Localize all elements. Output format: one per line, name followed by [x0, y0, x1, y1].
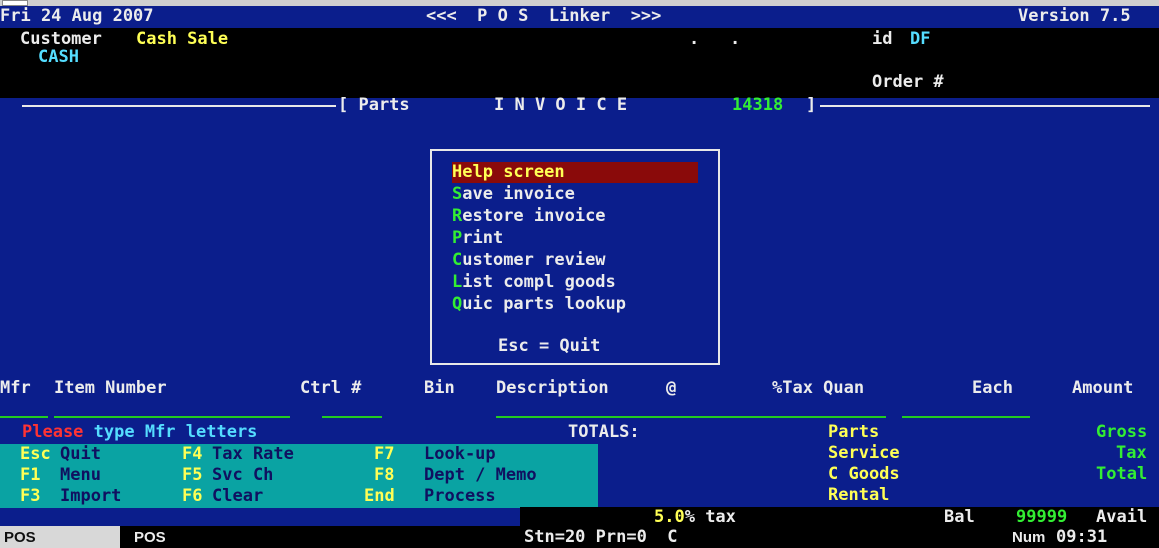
hotkey-letter: L: [452, 272, 463, 292]
col-each: Each: [972, 378, 1013, 398]
col-tax-quan: %Tax Quan: [772, 378, 865, 398]
menu-item-print[interactable]: Print: [452, 228, 503, 249]
date-text: Fri 24 Aug 2007: [0, 6, 154, 26]
menu-item-help-screen[interactable]: Help screen: [452, 162, 698, 183]
divider-left: [22, 105, 336, 107]
totals-total: Total: [1096, 464, 1148, 484]
key-f4-label: Tax Rate: [212, 444, 294, 464]
hotkey-letter: C: [452, 250, 463, 270]
key-f3-label: Import: [60, 486, 122, 506]
menu-item-label: ist compl goods: [462, 272, 616, 292]
hotkey-letter: S: [452, 184, 463, 204]
order-label: Order #: [872, 72, 944, 92]
description-input-underline[interactable]: [496, 416, 886, 418]
menu-item-list-compl-goods[interactable]: List compl goods: [452, 272, 616, 293]
totals-rental: Rental: [828, 485, 890, 505]
app-title: <<< P O S Linker >>>: [426, 6, 662, 26]
tax-rate-suffix: % tax: [684, 507, 736, 527]
menu-item-label: ave invoice: [462, 184, 575, 204]
key-f1[interactable]: F1: [20, 465, 40, 486]
col-item-number: Item Number: [54, 378, 167, 398]
version-text: Version 7.5: [1018, 6, 1131, 26]
id-value: DF: [910, 29, 931, 49]
menu-item-label: rint: [462, 228, 504, 248]
totals-service: Service: [828, 443, 900, 463]
key-f8-label: Dept / Memo: [424, 465, 537, 485]
status-tab-2[interactable]: POS: [120, 526, 240, 548]
invoice-number: 14318: [732, 95, 784, 115]
key-esc[interactable]: Esc: [20, 444, 51, 465]
key-f5[interactable]: F5: [182, 465, 202, 486]
customer-value[interactable]: Cash Sale: [136, 29, 228, 50]
col-mfr: Mfr: [0, 378, 31, 398]
station-info: Stn=20 Prn=0 C: [524, 527, 678, 547]
prompt-please: Please: [22, 422, 84, 442]
prompt-message: type Mfr letters: [83, 422, 258, 442]
key-f4[interactable]: F4: [182, 444, 202, 465]
num-lock-indicator: Num: [1012, 529, 1046, 546]
key-f5-label: Svc Ch: [212, 465, 274, 485]
status-tab-1[interactable]: POS: [0, 526, 120, 548]
key-f7[interactable]: F7: [374, 444, 394, 465]
tax-rate: 5.0% tax: [654, 507, 736, 528]
menu-item-label: elp screen: [462, 162, 565, 182]
function-key-panel: Esc Quit F1 Menu F3 Import F4 Tax Rate F…: [0, 444, 598, 508]
invoice-label: I N V O I C E: [494, 95, 628, 115]
key-end-label: Process: [424, 486, 496, 506]
hotkey-letter: Q: [452, 294, 463, 314]
each-input-underline[interactable]: [902, 416, 1030, 418]
totals-label: TOTALS:: [568, 422, 640, 442]
item-number-input-underline[interactable]: [54, 416, 290, 418]
menu-item-customer-review[interactable]: Customer review: [452, 250, 606, 271]
hotkey-letter: P: [452, 228, 463, 248]
parts-label: [ Parts: [338, 95, 410, 115]
key-f6-label: Clear: [212, 486, 264, 506]
close-bracket: ]: [806, 95, 817, 115]
menu-item-save-invoice[interactable]: Save invoice: [452, 184, 575, 205]
tax-rate-value: 5.0: [654, 507, 685, 527]
key-f6[interactable]: F6: [182, 486, 202, 507]
menu-item-quic-parts-lookup[interactable]: Quic parts lookup: [452, 294, 626, 315]
totals-c-goods: C Goods: [828, 464, 900, 484]
id-label: id: [872, 29, 893, 49]
menu-item-label: uic parts lookup: [462, 294, 627, 314]
bal-label: Bal: [944, 507, 975, 527]
menu-item-label: estore invoice: [462, 206, 606, 226]
totals-gross: Gross: [1096, 422, 1148, 442]
hotkey-letter: R: [452, 206, 463, 226]
menu-item-restore-invoice[interactable]: Restore invoice: [452, 206, 606, 227]
mfr-input-underline[interactable]: [0, 416, 48, 418]
key-f8[interactable]: F8: [374, 465, 394, 486]
col-bin: Bin: [424, 378, 455, 398]
col-amount: Amount: [1072, 378, 1134, 398]
clock-time: 09:31: [1056, 527, 1108, 547]
avail-value: 99999: [1016, 507, 1068, 527]
totals-parts: Parts: [828, 422, 880, 442]
status-tab-2-label: POS: [134, 529, 166, 546]
col-description: Description: [496, 378, 609, 398]
col-ctrl: Ctrl #: [300, 378, 362, 398]
key-f7-label: Look-up: [424, 444, 496, 464]
col-at: @: [666, 378, 677, 398]
hotkey-letter: H: [452, 162, 463, 182]
key-end[interactable]: End: [364, 486, 395, 507]
prompt-text: Please type Mfr letters: [22, 422, 257, 443]
key-esc-label: Quit: [60, 444, 101, 464]
key-f1-label: Menu: [60, 465, 101, 485]
avail-label: Avail: [1096, 507, 1148, 527]
popup-menu: Help screen Save invoice Restore invoice…: [430, 149, 720, 365]
customer-code: CASH: [38, 47, 79, 67]
menu-item-label: ustomer review: [462, 250, 606, 270]
status-tab-1-label: POS: [4, 529, 36, 546]
ctrl-input-underline[interactable]: [322, 416, 382, 418]
totals-tax: Tax: [1116, 443, 1147, 463]
header-dots: . .: [689, 29, 741, 49]
divider-right: [820, 105, 1150, 107]
key-f3[interactable]: F3: [20, 486, 40, 507]
menu-esc-quit[interactable]: Esc = Quit: [498, 336, 600, 357]
